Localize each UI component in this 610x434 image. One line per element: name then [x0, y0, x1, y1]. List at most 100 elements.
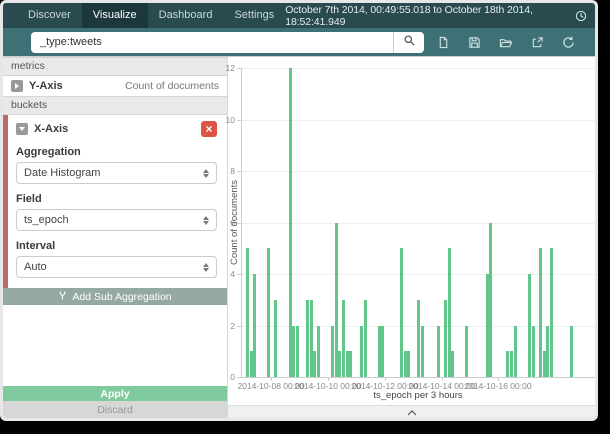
content: metrics Y-Axis Count of documents bucket… — [3, 57, 595, 418]
chart-bar[interactable] — [381, 326, 384, 378]
chart-bar[interactable] — [360, 326, 363, 378]
tab-discover[interactable]: Discover — [17, 3, 82, 28]
aggregation-select[interactable]: Date Histogram — [16, 162, 217, 184]
chart-bar[interactable] — [400, 248, 403, 377]
chart-bar[interactable] — [532, 326, 535, 378]
chart-bar[interactable] — [246, 248, 249, 377]
sidebar-spacer — [3, 305, 227, 386]
add-sub-aggregation-button[interactable]: Add Sub Aggregation — [3, 288, 227, 305]
select-stepper-icon — [203, 169, 209, 178]
select-stepper-icon — [203, 263, 209, 272]
interval-select[interactable]: Auto — [16, 256, 217, 278]
x-axis-collapse-toggle[interactable] — [16, 123, 28, 135]
chevron-down-icon — [19, 127, 25, 131]
chart-bar[interactable] — [338, 351, 341, 377]
y-gridline — [242, 171, 596, 172]
y-tick-label: 10 — [226, 115, 235, 125]
chart-bar[interactable] — [317, 326, 320, 378]
search-button[interactable] — [393, 32, 424, 53]
share-icon[interactable] — [531, 36, 544, 49]
discard-button[interactable]: Discard — [3, 401, 227, 418]
chart-bar[interactable] — [296, 326, 299, 378]
y-tick-mark — [237, 377, 241, 378]
chart-bar[interactable] — [539, 248, 542, 377]
chart-bar[interactable] — [292, 326, 295, 378]
chart-bar[interactable] — [514, 326, 517, 378]
y-tick-label: 4 — [230, 269, 235, 279]
chart-bar[interactable] — [274, 300, 277, 377]
visualization-toolbar — [437, 36, 581, 49]
field-select-value: ts_epoch — [24, 214, 69, 226]
chart-bar[interactable] — [417, 300, 420, 377]
metrics-section-header: metrics — [3, 57, 227, 76]
chart-bar[interactable] — [451, 351, 454, 377]
collapse-editor-strip[interactable] — [228, 405, 595, 418]
interval-field-label: Interval — [16, 240, 217, 252]
chart-bar[interactable] — [465, 326, 468, 378]
chart-bar[interactable] — [349, 351, 352, 377]
top-nav: Discover Visualize Dashboard Settings Oc… — [3, 3, 595, 28]
y-tick-mark — [237, 326, 241, 327]
x-axis-label: X-Axis — [34, 123, 68, 135]
chart-bar[interactable] — [421, 326, 424, 378]
timepicker[interactable]: October 7th 2014, 00:49:55.018 to Octobe… — [285, 3, 595, 28]
apply-button[interactable]: Apply — [3, 386, 227, 401]
search-bar — [3, 28, 595, 57]
chevron-up-icon — [407, 403, 417, 421]
chart-bar[interactable] — [489, 223, 492, 378]
timepicker-range[interactable]: October 7th 2014, 00:49:55.018 to Octobe… — [285, 4, 569, 28]
chart-bar[interactable] — [437, 326, 440, 378]
y-tick-label: 12 — [226, 63, 235, 73]
y-tick-mark — [237, 120, 241, 121]
chevron-right-icon — [15, 83, 19, 89]
chart-bar[interactable] — [570, 326, 573, 378]
chart-bar[interactable] — [253, 274, 256, 377]
chart-bar[interactable] — [506, 351, 509, 377]
y-tick-label: 8 — [230, 166, 235, 176]
y-axis-value: Count of documents — [125, 80, 219, 92]
chart-bar[interactable] — [331, 326, 334, 378]
field-field-label: Field — [16, 193, 217, 205]
search-icon — [403, 34, 416, 50]
select-stepper-icon — [203, 216, 209, 225]
chart-bar[interactable] — [313, 351, 316, 377]
search-input[interactable] — [31, 32, 393, 53]
refresh-icon[interactable] — [562, 36, 575, 49]
x-axis-header: X-Axis × — [16, 121, 217, 137]
y-tick-label: 6 — [230, 218, 235, 228]
vis-editor-sidebar: metrics Y-Axis Count of documents bucket… — [3, 57, 228, 418]
branch-icon — [58, 290, 67, 304]
clock-icon — [575, 10, 587, 22]
aggregation-field-label: Aggregation — [16, 146, 217, 158]
buckets-section-header: buckets — [3, 96, 227, 115]
tab-dashboard[interactable]: Dashboard — [148, 3, 224, 28]
chart-bar[interactable] — [342, 300, 345, 377]
field-select[interactable]: ts_epoch — [16, 209, 217, 231]
tab-settings[interactable]: Settings — [223, 3, 285, 28]
x-axis-title: ts_epoch per 3 hours — [241, 390, 595, 401]
open-folder-icon[interactable] — [499, 36, 513, 49]
y-tick-label: 2 — [230, 321, 235, 331]
chart-bar[interactable] — [510, 351, 513, 377]
new-visualization-icon[interactable] — [437, 36, 450, 49]
y-axis-agg-row: Y-Axis Count of documents — [3, 76, 227, 96]
chart-bar[interactable] — [550, 248, 553, 377]
save-icon[interactable] — [468, 36, 481, 49]
chart-bar[interactable] — [444, 300, 447, 377]
y-tick-mark — [237, 171, 241, 172]
y-axis-label: Y-Axis — [29, 80, 63, 92]
chart-bar[interactable] — [267, 248, 270, 377]
y-gridline — [242, 274, 596, 275]
remove-x-axis-button[interactable]: × — [201, 121, 217, 137]
chart-bar[interactable] — [407, 351, 410, 377]
x-axis-agg-panel: X-Axis × Aggregation Date Histogram Fiel… — [3, 115, 227, 288]
y-gridline — [242, 223, 596, 224]
add-sub-aggregation-label: Add Sub Aggregation — [72, 291, 171, 303]
chart-bar[interactable] — [364, 300, 367, 377]
chart-bar[interactable] — [306, 300, 309, 377]
chart-bar[interactable] — [546, 326, 549, 378]
tab-visualize[interactable]: Visualize — [82, 3, 148, 28]
plot-area: 0246810122014-10-08 00:002014-10-10 00:0… — [241, 68, 596, 378]
chart-bar[interactable] — [528, 274, 531, 377]
y-axis-expand-toggle[interactable] — [11, 80, 23, 92]
